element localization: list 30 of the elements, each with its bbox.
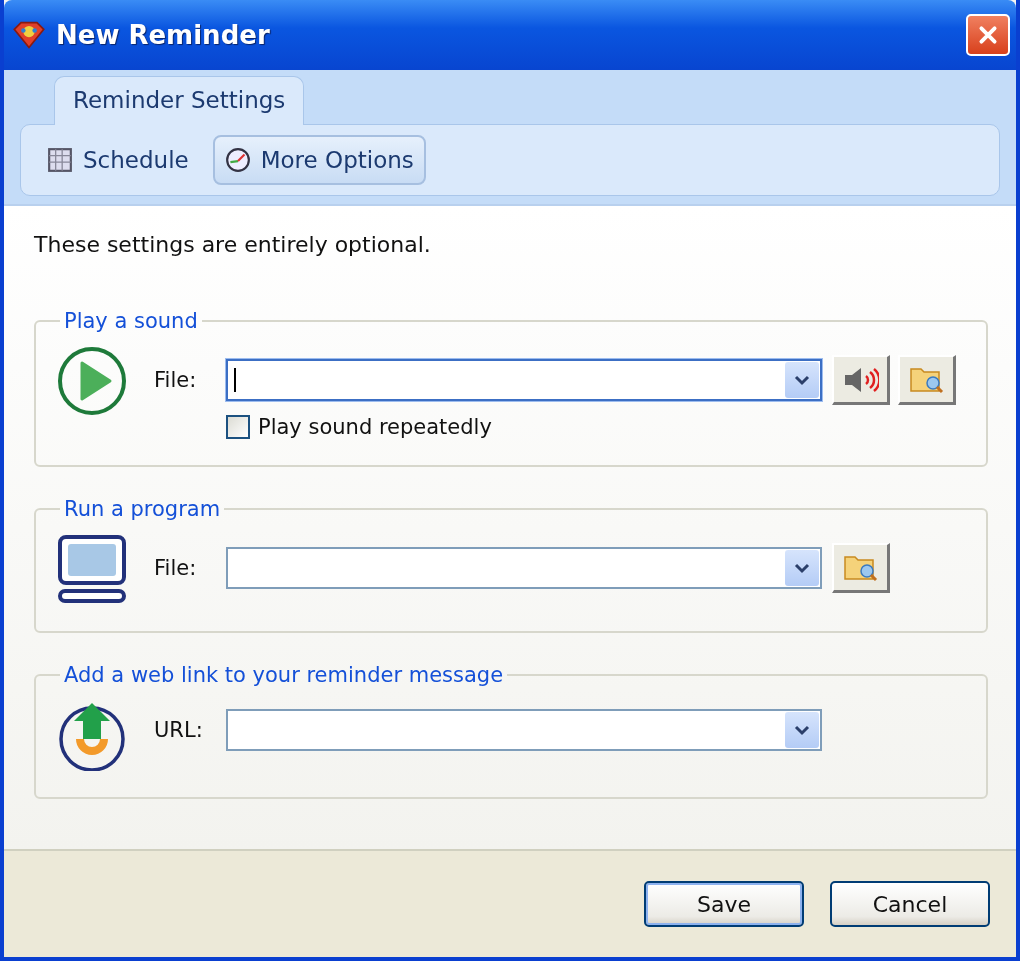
group-title: Run a program [63, 497, 222, 521]
speaker-icon [842, 365, 879, 394]
field-label: URL: [154, 718, 204, 742]
group-title: Add a web link to your reminder message [63, 663, 505, 687]
play-icon [56, 345, 128, 417]
app-icon [12, 20, 46, 50]
close-button[interactable] [966, 14, 1010, 56]
subtab[interactable]: Schedule [35, 135, 201, 185]
field-label: File: [154, 368, 198, 392]
field-label: File: [154, 556, 198, 580]
window-title: New Reminder [56, 20, 271, 50]
combo-box[interactable] [226, 359, 822, 401]
dialog-button[interactable]: Cancel [830, 881, 990, 927]
checkbox-label: Play sound repeatedly [258, 415, 492, 439]
tab[interactable]: Reminder Settings [54, 76, 305, 125]
gauge-icon [224, 147, 251, 173]
checkbox[interactable] [226, 415, 250, 439]
dropdown-button[interactable] [785, 362, 819, 398]
computer-icon [56, 533, 128, 605]
dropdown-button[interactable] [785, 712, 819, 748]
close-icon [977, 24, 999, 46]
browse-button[interactable] [832, 543, 890, 593]
dropdown-button[interactable] [785, 550, 819, 586]
intro-text: These settings are entirely optional. [34, 232, 432, 257]
play-sound-button[interactable] [832, 355, 890, 405]
calendar-icon [47, 147, 73, 173]
subtab[interactable]: More Options [212, 135, 426, 185]
group-title: Play a sound [63, 309, 199, 333]
default-button[interactable]: Save [644, 881, 804, 927]
browse-button[interactable] [898, 355, 956, 405]
